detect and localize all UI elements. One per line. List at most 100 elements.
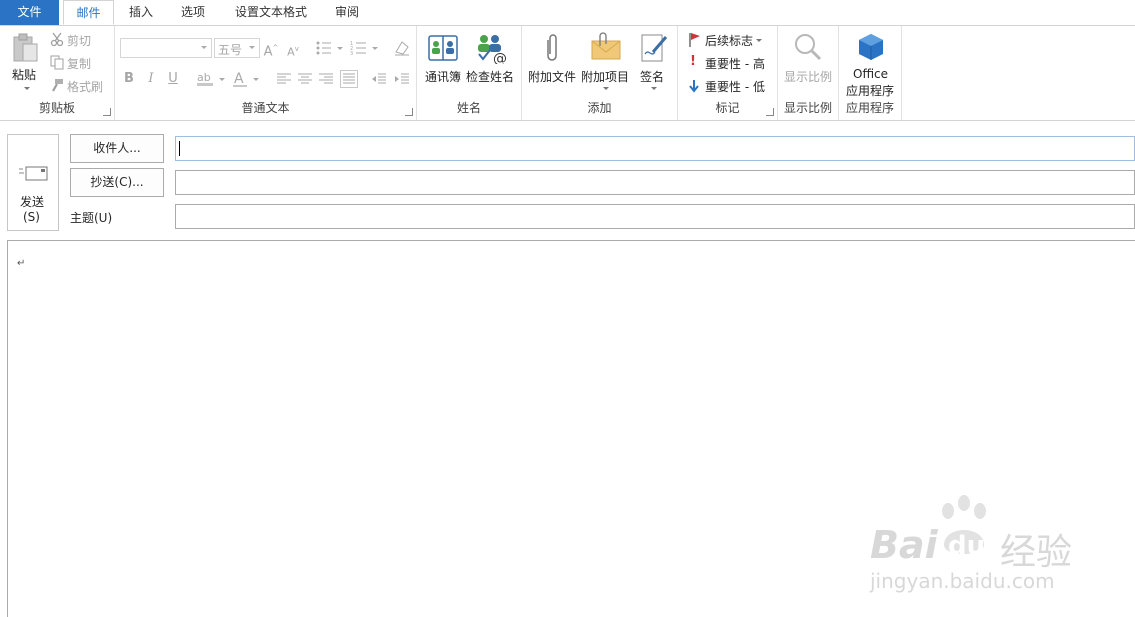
cut-button[interactable]: 剪切 (49, 31, 109, 49)
clipboard-group: 粘贴 剪切 复制 格式刷 剪贴板 (0, 26, 115, 120)
text-cursor (179, 141, 180, 156)
shrink-font-icon[interactable]: Av (285, 40, 301, 59)
zoom-group: 显示比例 显示比例 (778, 26, 839, 120)
basic-text-group: 五号 A^ Av 123 B I U ab A 普通文本 (115, 26, 417, 120)
importance-high-label: 重要性 - 高 (705, 57, 765, 71)
paste-dropdown-icon (24, 87, 30, 90)
check-names-icon: @ (478, 35, 507, 64)
scissors-icon (50, 32, 64, 47)
signature-button[interactable]: 签名 (634, 30, 674, 96)
tab-review[interactable]: 审阅 (324, 0, 370, 25)
align-left-icon[interactable] (276, 72, 292, 86)
cc-button[interactable]: 抄送(C)... (70, 168, 164, 197)
check-names-button[interactable]: @ 检查姓名 (465, 30, 517, 86)
numbering-icon[interactable]: 123 (350, 40, 378, 56)
basic-text-group-label: 普通文本 (241, 101, 290, 115)
tab-insert[interactable]: 插入 (118, 0, 164, 25)
signature-label: 签名 (640, 70, 665, 84)
attach-item-button[interactable]: 附加项目 (579, 30, 633, 96)
tags-group-label: 标记 (715, 101, 740, 115)
follow-up-button[interactable]: 后续标志 (686, 31, 774, 49)
bullets-icon[interactable] (315, 40, 343, 56)
paragraph-mark: ↵ (17, 258, 26, 269)
align-center-icon[interactable] (297, 72, 313, 86)
grow-font-icon[interactable]: A^ (263, 39, 279, 59)
increase-indent-icon[interactable] (394, 72, 410, 86)
paperclip-icon (547, 34, 557, 61)
include-group: 附加文件 附加项目 签名 添加 (522, 26, 678, 120)
send-label-line1: 发送 (20, 195, 45, 209)
ribbon-tab-bar: 文件 邮件 插入 选项 设置文本格式 审阅 (0, 0, 1135, 26)
office-store-icon (859, 34, 883, 60)
cc-field[interactable] (175, 170, 1135, 195)
subject-label: 主题(U) (70, 211, 113, 225)
signature-icon (641, 34, 668, 62)
follow-up-dropdown-icon (756, 39, 762, 42)
tab-mail[interactable]: 邮件 (63, 0, 114, 25)
attach-file-label: 附加文件 (528, 70, 577, 84)
baidu-watermark: Bai du 经验 jingyan.baidu.com (870, 495, 1120, 595)
watermark-url: jingyan.baidu.com (870, 569, 1055, 593)
include-group-label: 添加 (587, 101, 612, 115)
send-button[interactable]: 发送 (S) (7, 134, 59, 231)
paste-icon (13, 33, 38, 62)
check-names-label: 检查姓名 (466, 70, 515, 84)
importance-high-button[interactable]: ! 重要性 - 高 (686, 54, 774, 72)
tab-format-text[interactable]: 设置文本格式 (224, 0, 318, 25)
svg-text:A: A (234, 71, 244, 87)
svg-text:ab: ab (197, 71, 211, 84)
signature-dropdown-icon (651, 87, 657, 90)
copy-icon (50, 55, 64, 70)
apps-group: Office 应用程序 应用程序 (839, 26, 902, 120)
basic-text-dialog-launcher-icon[interactable] (405, 108, 413, 116)
paste-button[interactable]: 粘贴 (8, 30, 44, 98)
justify-icon[interactable] (340, 70, 358, 88)
watermark-brand: Bai (870, 523, 938, 567)
attach-item-label: 附加项目 (581, 70, 630, 84)
zoom-button[interactable]: 显示比例 (781, 30, 836, 86)
copy-button[interactable]: 复制 (49, 54, 109, 72)
send-label-line2: (S) (23, 210, 40, 224)
highlight-icon[interactable]: ab (197, 70, 227, 88)
importance-low-button[interactable]: 重要性 - 低 (686, 77, 774, 95)
font-name-dropdown-icon (201, 46, 207, 49)
tags-dialog-launcher-icon[interactable] (766, 108, 774, 116)
tab-file[interactable]: 文件 (0, 0, 59, 25)
magnifier-icon (795, 34, 822, 61)
bold-icon[interactable]: B (121, 70, 137, 88)
paste-label: 粘贴 (12, 68, 37, 82)
font-size-combo[interactable]: 五号 (214, 38, 260, 58)
address-book-button[interactable]: 通讯簿 (422, 30, 464, 86)
subject-field[interactable] (175, 204, 1135, 229)
clear-formatting-icon[interactable] (393, 39, 411, 57)
follow-up-label: 后续标志 (705, 34, 754, 48)
address-book-icon (428, 35, 458, 61)
office-apps-label-line1: Office (853, 67, 889, 81)
office-apps-label-line2: 应用程序 (846, 84, 895, 98)
attach-item-dropdown-icon (603, 87, 609, 90)
office-apps-button[interactable]: Office 应用程序 (842, 30, 899, 98)
format-painter-button[interactable]: 格式刷 (49, 77, 109, 95)
font-color-icon[interactable]: A (233, 70, 263, 88)
tab-options[interactable]: 选项 (170, 0, 216, 25)
clipboard-group-label: 剪贴板 (38, 101, 75, 115)
names-group-label: 姓名 (456, 101, 481, 115)
to-field[interactable] (175, 136, 1135, 161)
italic-icon[interactable]: I (143, 70, 159, 88)
underline-icon[interactable]: U (165, 70, 181, 88)
names-group: 通讯簿 @ 检查姓名 姓名 (417, 26, 522, 120)
attach-item-icon (591, 32, 621, 60)
attach-file-button[interactable]: 附加文件 (526, 30, 578, 86)
align-right-icon[interactable] (318, 72, 334, 86)
format-painter-label: 格式刷 (67, 80, 104, 94)
clipboard-dialog-launcher-icon[interactable] (103, 108, 111, 116)
font-name-combo[interactable] (120, 38, 212, 58)
address-book-label: 通讯簿 (425, 70, 462, 84)
decrease-indent-icon[interactable] (371, 72, 387, 86)
format-painter-icon (52, 79, 63, 92)
cut-label: 剪切 (67, 34, 92, 48)
tags-group: 后续标志 ! 重要性 - 高 重要性 - 低 标记 (678, 26, 778, 120)
zoom-label: 显示比例 (784, 70, 833, 84)
font-size-dropdown-icon (249, 46, 255, 49)
to-button[interactable]: 收件人... (70, 134, 164, 163)
